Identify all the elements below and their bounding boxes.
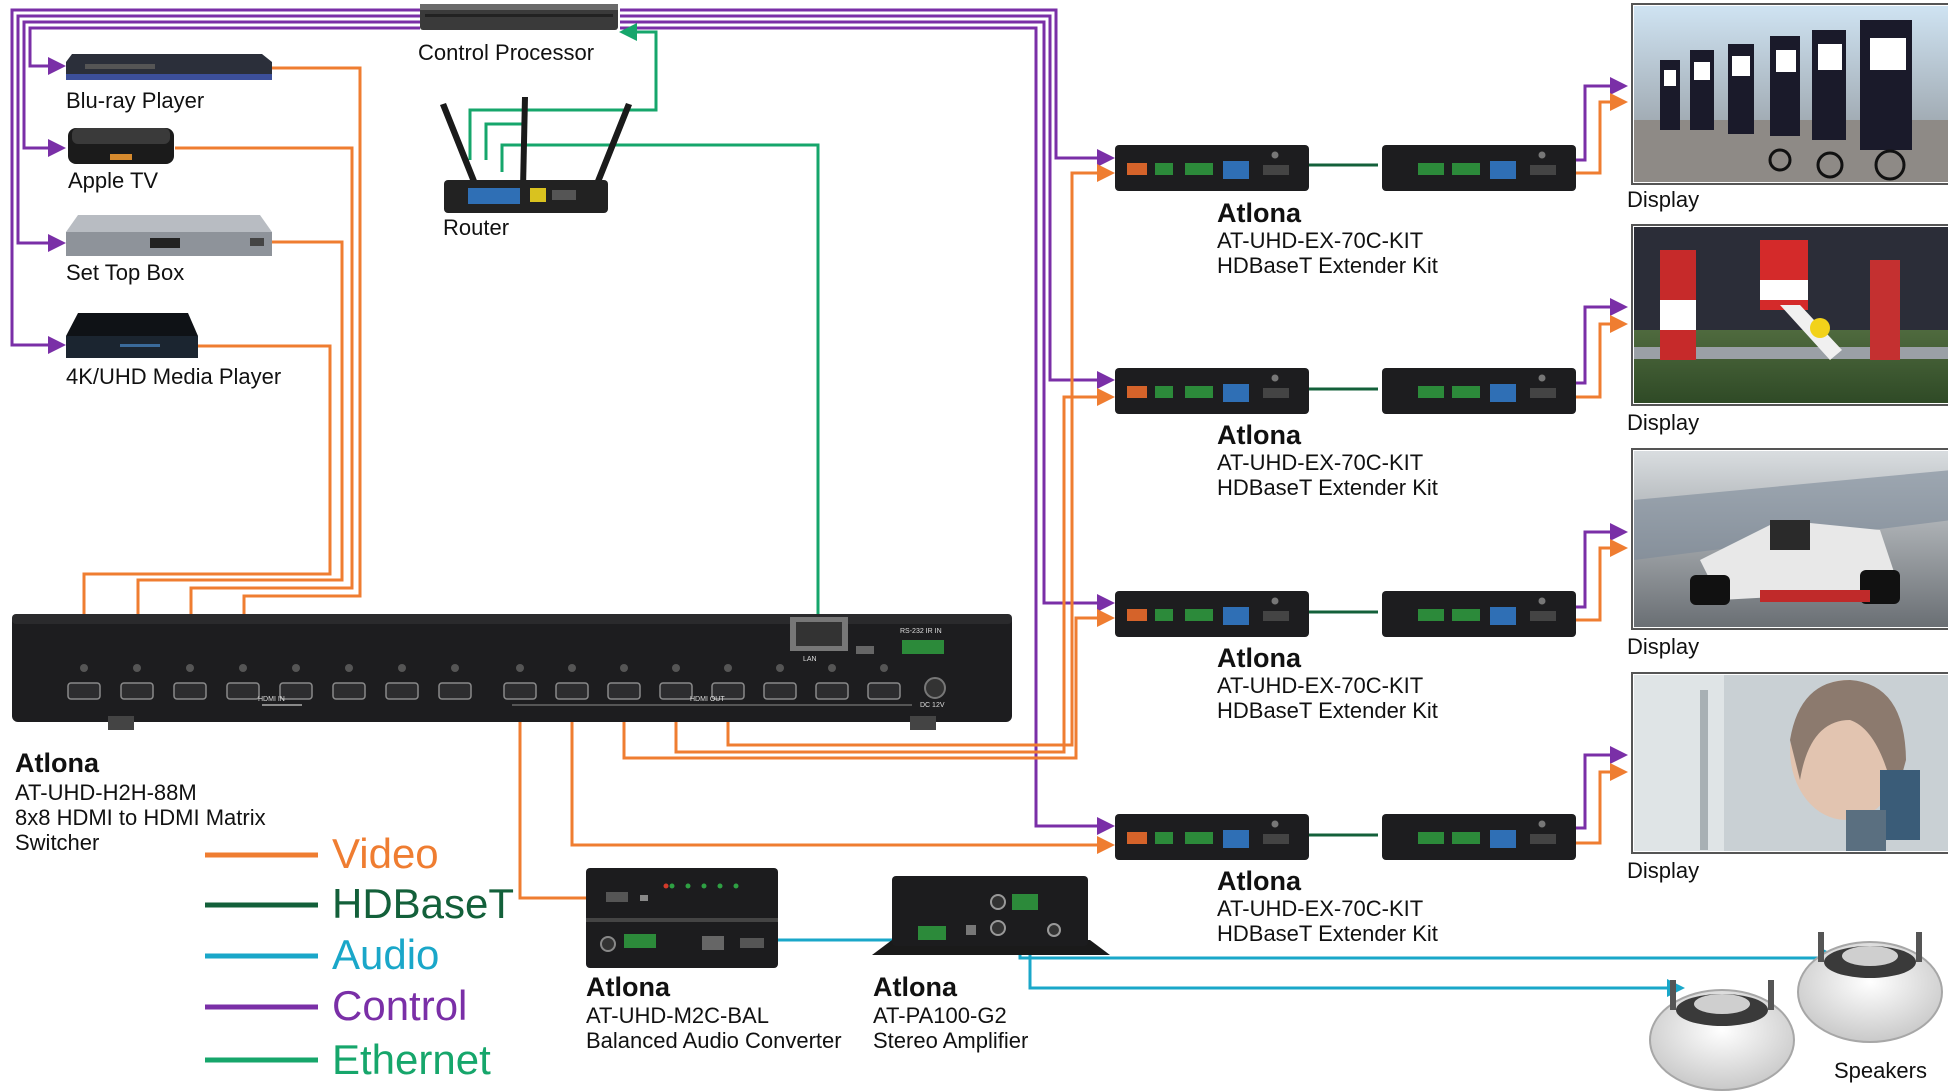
matrix-desc-line-1: 8x8 HDMI to HDMI Matrix [15, 805, 266, 830]
extender-tx-4 [1115, 814, 1309, 860]
extender-rx-2 [1382, 368, 1576, 414]
extender-tx-2 [1115, 368, 1309, 414]
amplifier-brand: Atlona [873, 972, 957, 1002]
hdmi-in-port-3 [173, 682, 207, 700]
hdmi-in-port-2 [120, 682, 154, 700]
hdmi-in-port-4 [226, 682, 260, 700]
set-top-box-device [66, 215, 272, 256]
extender-model-4: AT-UHD-EX-70C-KIT [1217, 896, 1424, 921]
port-screw [724, 664, 732, 672]
port-screw [880, 664, 888, 672]
extender-model-1: AT-UHD-EX-70C-KIT [1217, 228, 1424, 253]
hdmi-out-port-3 [607, 682, 641, 700]
control-processor-device [420, 4, 618, 30]
port-screw [80, 664, 88, 672]
settop-label: Set Top Box [66, 260, 185, 285]
extender-brand-4: Atlona [1217, 866, 1301, 896]
extender-model-3: AT-UHD-EX-70C-KIT [1217, 673, 1424, 698]
signal-flow-diagram [10, 3, 1948, 1091]
port-screw [620, 664, 628, 672]
hdmi-in-port-8 [438, 682, 472, 700]
extender-desc-2: HDBaseT Extender Kit [1217, 475, 1438, 500]
matrix-rs232-label: RS-232 IR IN [900, 628, 942, 635]
port-screw [828, 664, 836, 672]
hdmi-out-port-4 [659, 682, 693, 700]
display-cyclists-image [1631, 3, 1948, 185]
legend-control-label: Control [332, 982, 468, 1029]
matrix-hdmi-out-label: HDMI OUT [690, 696, 725, 703]
extender-tx-3 [1115, 591, 1309, 637]
extender-brand-3: Atlona [1217, 643, 1301, 673]
bluray-label: Blu-ray Player [66, 88, 205, 113]
port-screw [239, 664, 247, 672]
matrix-desc-line-2: Switcher [15, 830, 100, 855]
apple-tv-device [68, 128, 174, 164]
extender-brand-1: Atlona [1217, 198, 1301, 228]
appletv-label: Apple TV [68, 168, 159, 193]
extender-rx-3 [1382, 591, 1576, 637]
hdmi-in-port-1 [67, 682, 101, 700]
matrix-model: AT-UHD-H2H-88M [15, 780, 197, 805]
ceiling-speaker-right [1797, 932, 1943, 1043]
port-screw [186, 664, 194, 672]
port-screw [292, 664, 300, 672]
display-racecar-image [1631, 448, 1948, 630]
ceiling-speaker-left [1649, 980, 1795, 1091]
matrix-switcher-device [12, 614, 1012, 730]
hdmi-out-port-1 [503, 682, 537, 700]
display-soccer-image [1631, 224, 1948, 406]
hdmi-out-port-2 [555, 682, 589, 700]
display-android-portrait-image [1631, 672, 1948, 854]
converter-model: AT-UHD-M2C-BAL [586, 1003, 769, 1028]
port-screw [568, 664, 576, 672]
media-player-device [66, 313, 198, 358]
bluray-player-device [66, 54, 272, 80]
speakers-label: Speakers [1834, 1058, 1927, 1083]
port-screw [516, 664, 524, 672]
amplifier-desc: Stereo Amplifier [873, 1028, 1029, 1053]
legend-video-label: Video [332, 830, 439, 877]
extender-brand-2: Atlona [1217, 420, 1301, 450]
port-screw [133, 664, 141, 672]
hdmi-out-port-6 [763, 682, 797, 700]
control-processor-label: Control Processor [418, 40, 595, 65]
legend-swatches [205, 852, 318, 1063]
extender-desc-3: HDBaseT Extender Kit [1217, 698, 1438, 723]
legend-audio-label: Audio [332, 931, 440, 978]
port-screw [345, 664, 353, 672]
display-label-1: Display [1627, 187, 1700, 212]
hdmi-out-port-8 [867, 682, 901, 700]
matrix-hdmi-in-label: HDMI IN [258, 696, 285, 703]
router-label: Router [443, 215, 510, 240]
port-screw [451, 664, 459, 672]
extender-rx-1 [1382, 145, 1576, 191]
legend-ethernet-label: Ethernet [332, 1036, 491, 1083]
display-label-2: Display [1627, 410, 1700, 435]
hdmi-out-port-7 [815, 682, 849, 700]
converter-brand: Atlona [586, 972, 670, 1002]
extender-model-2: AT-UHD-EX-70C-KIT [1217, 450, 1424, 475]
extender-tx-1 [1115, 145, 1309, 191]
matrix-lan-label: LAN [803, 656, 817, 663]
hdmi-in-port-7 [385, 682, 419, 700]
display-label-3: Display [1627, 634, 1700, 659]
amplifier-model: AT-PA100-G2 [873, 1003, 1007, 1028]
port-screw [672, 664, 680, 672]
audio-converter-device [586, 868, 778, 968]
media-player-label: 4K/UHD Media Player [66, 364, 282, 389]
stereo-amplifier-device [872, 876, 1110, 955]
matrix-brand: Atlona [15, 748, 99, 778]
converter-desc: Balanced Audio Converter [586, 1028, 842, 1053]
display-label-4: Display [1627, 858, 1700, 883]
port-screw [776, 664, 784, 672]
matrix-dc-label: DC 12V [920, 702, 945, 709]
extender-desc-1: HDBaseT Extender Kit [1217, 253, 1438, 278]
legend-hdbaset-label: HDBaseT [332, 880, 515, 927]
extender-rx-4 [1382, 814, 1576, 860]
hdmi-in-port-6 [332, 682, 366, 700]
extender-desc-4: HDBaseT Extender Kit [1217, 921, 1438, 946]
port-screw [398, 664, 406, 672]
